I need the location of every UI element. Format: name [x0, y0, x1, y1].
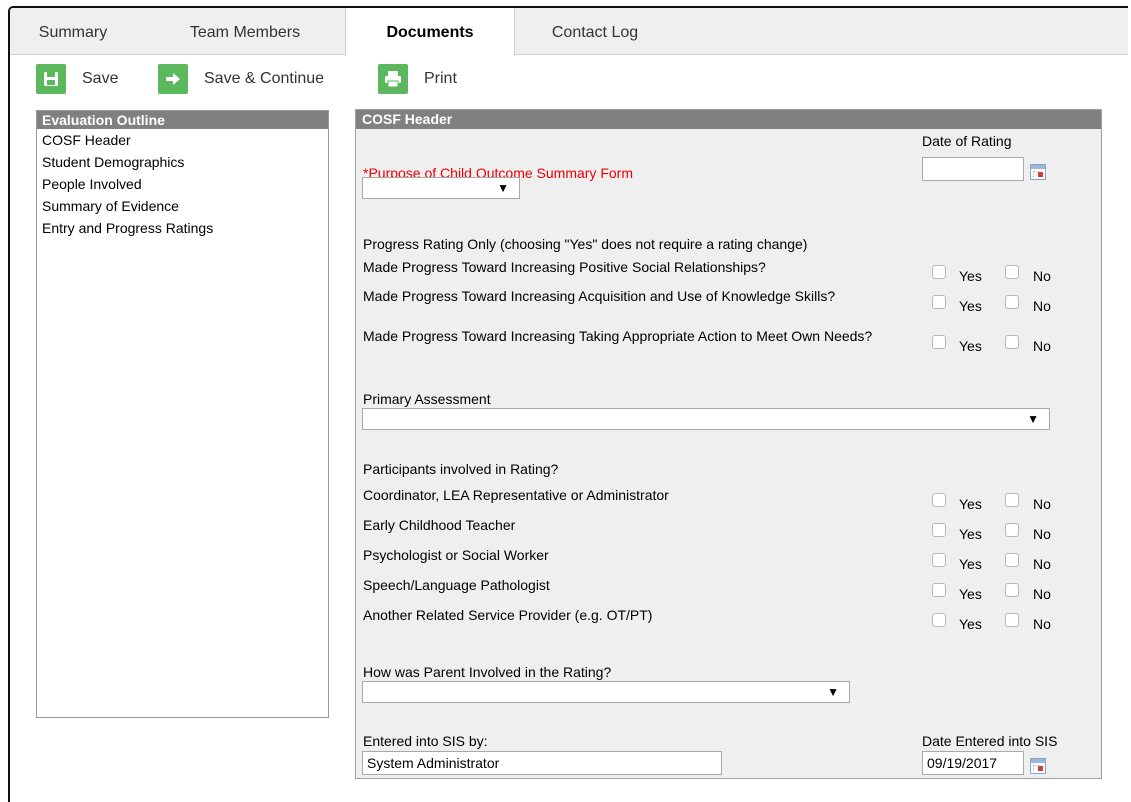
participant-related-service: Another Related Service Provider (e.g. O…: [363, 607, 653, 623]
progress-q2-yes-checkbox[interactable]: [932, 295, 946, 309]
no-label: No: [1033, 268, 1051, 284]
progress-q1-no-checkbox[interactable]: [1005, 265, 1019, 279]
tab-contact-log[interactable]: Contact Log: [515, 8, 675, 55]
date-entered-input[interactable]: [922, 751, 1024, 775]
progress-question-2: Made Progress Toward Increasing Acquisit…: [363, 288, 836, 304]
date-entered-label: Date Entered into SIS: [922, 733, 1058, 749]
outline-item-student-demographics[interactable]: Student Demographics: [37, 151, 328, 173]
participant-teacher: Early Childhood Teacher: [363, 517, 516, 533]
save-continue-button[interactable]: Save & Continue: [158, 64, 324, 94]
parent-involvement-select[interactable]: ▼: [362, 681, 850, 703]
participant-speech: Speech/Language Pathologist: [363, 577, 550, 593]
primary-assessment-label: Primary Assessment: [363, 391, 491, 407]
no-label: No: [1033, 616, 1051, 632]
chevron-down-icon: ▼: [1027, 412, 1039, 426]
no-label: No: [1033, 496, 1051, 512]
outline-item-summary-of-evidence[interactable]: Summary of Evidence: [37, 195, 328, 217]
progress-question-1: Made Progress Toward Increasing Positive…: [363, 259, 766, 275]
participant-4-no-checkbox[interactable]: [1005, 583, 1019, 597]
yes-label: Yes: [959, 616, 982, 632]
cosf-header-panel: COSF Header Date of Rating *Purpose of C…: [355, 109, 1102, 779]
floppy-disk-icon: [36, 64, 66, 94]
participant-3-no-checkbox[interactable]: [1005, 553, 1019, 567]
progress-q2-no-checkbox[interactable]: [1005, 295, 1019, 309]
save-label: Save: [82, 70, 119, 87]
panel-title: COSF Header: [356, 110, 1101, 129]
save-continue-label: Save & Continue: [204, 70, 325, 87]
participant-1-yes-checkbox[interactable]: [932, 493, 946, 507]
yes-label: Yes: [959, 526, 982, 542]
participant-2-yes-checkbox[interactable]: [932, 523, 946, 537]
outline-title: Evaluation Outline: [37, 111, 328, 129]
tab-bar: Summary Team Members Documents Contact L…: [10, 8, 1128, 56]
participant-psychologist: Psychologist or Social Worker: [363, 547, 549, 563]
outline-item-cosf-header[interactable]: COSF Header: [37, 129, 328, 151]
date-of-rating-input[interactable]: [922, 157, 1024, 181]
participant-5-no-checkbox[interactable]: [1005, 613, 1019, 627]
arrow-right-icon: [158, 64, 188, 94]
yes-label: Yes: [959, 496, 982, 512]
chevron-down-icon: ▼: [497, 181, 509, 195]
no-label: No: [1033, 586, 1051, 602]
participant-5-yes-checkbox[interactable]: [932, 613, 946, 627]
participant-2-no-checkbox[interactable]: [1005, 523, 1019, 537]
progress-q1-yes-checkbox[interactable]: [932, 265, 946, 279]
participant-3-yes-checkbox[interactable]: [932, 553, 946, 567]
outline-item-people-involved[interactable]: People Involved: [37, 173, 328, 195]
progress-question-3: Made Progress Toward Increasing Taking A…: [363, 328, 873, 344]
progress-heading: Progress Rating Only (choosing "Yes" doe…: [363, 236, 808, 252]
print-button[interactable]: Print: [378, 64, 457, 94]
progress-q3-no-checkbox[interactable]: [1005, 335, 1019, 349]
no-label: No: [1033, 298, 1051, 314]
parent-involvement-label: How was Parent Involved in the Rating?: [363, 664, 612, 680]
no-label: No: [1033, 338, 1051, 354]
date-of-rating-label: Date of Rating: [922, 133, 1012, 149]
chevron-down-icon: ▼: [827, 685, 839, 699]
participant-coordinator: Coordinator, LEA Representative or Admin…: [363, 487, 669, 503]
yes-label: Yes: [959, 338, 982, 354]
purpose-select[interactable]: ▼: [362, 177, 520, 199]
yes-label: Yes: [959, 268, 982, 284]
tab-team-members[interactable]: Team Members: [150, 8, 340, 55]
entered-by-input[interactable]: [362, 751, 722, 775]
no-label: No: [1033, 526, 1051, 542]
yes-label: Yes: [959, 298, 982, 314]
calendar-icon[interactable]: [1030, 164, 1046, 180]
primary-assessment-select[interactable]: ▼: [362, 408, 1050, 430]
participant-1-no-checkbox[interactable]: [1005, 493, 1019, 507]
participants-heading: Participants involved in Rating?: [363, 461, 559, 477]
calendar-icon[interactable]: [1030, 758, 1046, 774]
app-window: Summary Team Members Documents Contact L…: [8, 6, 1128, 802]
tab-summary[interactable]: Summary: [18, 8, 128, 55]
yes-label: Yes: [959, 556, 982, 572]
progress-q3-yes-checkbox[interactable]: [932, 335, 946, 349]
no-label: No: [1033, 556, 1051, 572]
outline-item-entry-progress-ratings[interactable]: Entry and Progress Ratings: [37, 217, 328, 239]
printer-icon: [378, 64, 408, 94]
entered-by-label: Entered into SIS by:: [363, 733, 488, 749]
save-button[interactable]: Save: [36, 64, 118, 94]
tab-documents[interactable]: Documents: [345, 8, 515, 56]
participant-4-yes-checkbox[interactable]: [932, 583, 946, 597]
evaluation-outline-panel: Evaluation Outline COSF Header Student D…: [36, 110, 329, 718]
yes-label: Yes: [959, 586, 982, 602]
print-label: Print: [424, 70, 457, 87]
